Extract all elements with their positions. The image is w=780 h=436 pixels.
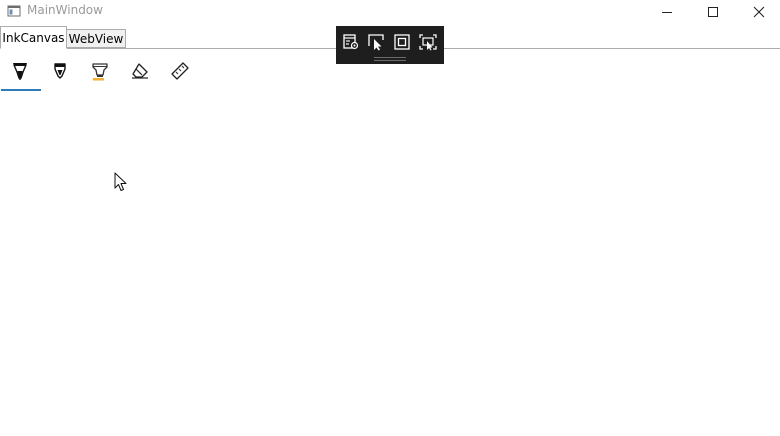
live-visual-tree-button[interactable]: [340, 32, 362, 52]
maximize-button[interactable]: [690, 0, 736, 24]
ballpoint-pen-icon: [13, 63, 27, 80]
pencil-button[interactable]: [40, 52, 80, 90]
close-icon: [753, 6, 765, 18]
selected-tool-indicator: [1, 89, 41, 91]
mouse-pointer-icon: [114, 172, 127, 191]
ruler-icon: [171, 62, 189, 80]
close-button[interactable]: [736, 0, 780, 24]
highlighter-button[interactable]: [80, 52, 120, 90]
pencil-icon: [54, 63, 66, 79]
app-icon: [7, 5, 21, 17]
live-visual-tree-icon: [343, 34, 359, 50]
select-element-icon: [368, 34, 384, 51]
runtime-tools-toolbar[interactable]: [336, 26, 444, 64]
title-bar[interactable]: MainWindow: [0, 0, 780, 24]
maximize-icon: [708, 7, 718, 17]
eraser-icon: [132, 63, 148, 79]
ink-toolbar: [0, 52, 220, 92]
minimize-icon: [662, 12, 672, 13]
toolbar-grip[interactable]: [374, 57, 406, 61]
track-focus-button[interactable]: [417, 32, 439, 52]
tab-inkcanvas[interactable]: InkCanvas: [0, 26, 67, 49]
display-layout-adorners-button[interactable]: [391, 32, 413, 52]
track-focus-icon: [419, 34, 437, 51]
ballpoint-pen-button[interactable]: [0, 52, 40, 90]
highlighter-icon: [92, 63, 108, 81]
eraser-button[interactable]: [120, 52, 160, 90]
tab-webview[interactable]: WebView: [67, 29, 126, 48]
ruler-button[interactable]: [160, 52, 200, 90]
main-window: MainWindow InkCanvas WebView: [0, 0, 780, 436]
ink-canvas[interactable]: [0, 92, 780, 436]
minimize-button[interactable]: [644, 0, 690, 24]
select-element-button[interactable]: [365, 32, 387, 52]
window-title: MainWindow: [27, 3, 103, 17]
display-layout-adorners-icon: [394, 34, 410, 50]
